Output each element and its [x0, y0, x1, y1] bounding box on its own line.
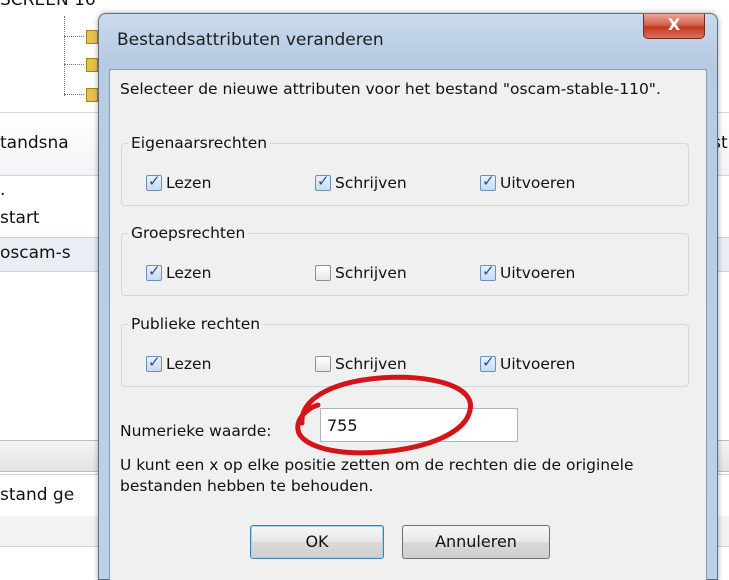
owner-write-checkbox[interactable]: Schrijven	[315, 172, 407, 192]
checkbox-box[interactable]	[146, 262, 162, 281]
group-permissions-group: Groepsrechten Lezen Schrijven Uitvoeren	[121, 224, 689, 296]
checkbox-label: Uitvoeren	[500, 174, 576, 192]
checkbox-label: Lezen	[166, 174, 212, 192]
file-row-label: oscam-s	[0, 243, 71, 263]
dialog-intro: Selecteer de nieuwe attributen voor het …	[120, 80, 661, 98]
checkbox-label: Uitvoeren	[500, 264, 576, 282]
column-header-name[interactable]: tandsna	[0, 133, 69, 153]
checkbox-box[interactable]	[480, 353, 496, 372]
folder-icon	[86, 30, 98, 44]
checkbox-label: Schrijven	[335, 355, 407, 373]
checkbox-box[interactable]	[480, 262, 496, 281]
numeric-value-label: Numerieke waarde:	[120, 422, 272, 440]
background-heading: SCREEN 16	[0, 0, 96, 10]
public-permissions-group: Publieke rechten Lezen Schrijven Uitvoer…	[121, 315, 689, 387]
group-read-checkbox[interactable]: Lezen	[146, 262, 212, 282]
checkbox-label: Schrijven	[335, 264, 407, 282]
owner-permissions-group: Eigenaarsrechten Lezen Schrijven Uitvoer…	[121, 134, 689, 206]
folder-icon	[86, 88, 98, 102]
checkbox-box[interactable]	[315, 356, 331, 372]
dialog-title: Bestandsattributen veranderen	[117, 30, 384, 50]
checkbox-label: Lezen	[166, 355, 212, 373]
owner-execute-checkbox[interactable]: Uitvoeren	[480, 172, 576, 192]
checkbox-box[interactable]	[146, 353, 162, 372]
numeric-value-input[interactable]	[320, 408, 518, 442]
public-read-checkbox[interactable]: Lezen	[146, 353, 212, 373]
dialog-note: U kunt een x op elke positie zetten om d…	[120, 456, 634, 495]
public-execute-checkbox[interactable]: Uitvoeren	[480, 353, 576, 373]
checkbox-box[interactable]	[146, 172, 162, 191]
checkbox-box[interactable]	[315, 172, 331, 191]
checkbox-box[interactable]	[480, 172, 496, 191]
checkbox-label: Lezen	[166, 264, 212, 282]
cancel-button[interactable]: Annuleren	[402, 525, 550, 559]
ok-button[interactable]: OK	[250, 525, 384, 559]
group-execute-checkbox[interactable]: Uitvoeren	[480, 262, 576, 282]
group-legend: Groepsrechten	[131, 224, 246, 242]
folder-tree	[58, 16, 98, 106]
checkbox-label: Schrijven	[335, 174, 407, 192]
file-attributes-dialog: Bestandsattributen veranderen X Selectee…	[98, 13, 718, 580]
checkbox-label: Uitvoeren	[500, 355, 576, 373]
file-row[interactable]: .	[0, 180, 5, 200]
folder-icon	[86, 58, 98, 72]
group-legend: Publieke rechten	[131, 315, 261, 333]
group-write-checkbox[interactable]: Schrijven	[315, 264, 407, 282]
status-text: stand ge	[0, 485, 75, 505]
checkbox-box[interactable]	[315, 265, 331, 281]
close-button[interactable]: X	[643, 14, 705, 39]
public-write-checkbox[interactable]: Schrijven	[315, 355, 407, 373]
group-legend: Eigenaarsrechten	[131, 134, 268, 152]
file-row[interactable]: start	[0, 208, 40, 228]
dialog-body: Selecteer de nieuwe attributen voor het …	[109, 69, 707, 580]
owner-read-checkbox[interactable]: Lezen	[146, 172, 212, 192]
